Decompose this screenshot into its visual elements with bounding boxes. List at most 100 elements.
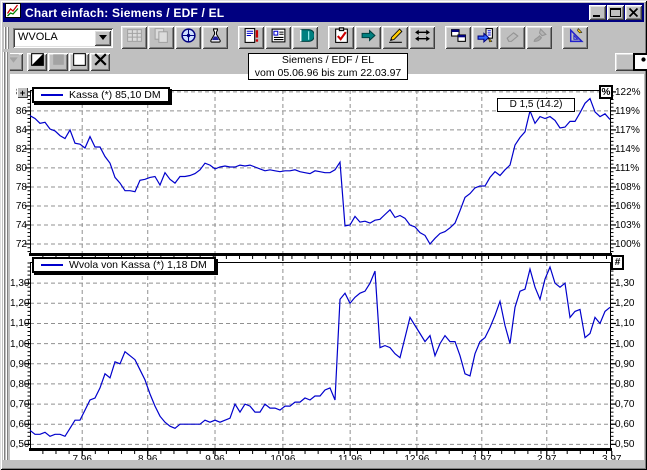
y-axis-label-left: 1,20 <box>10 298 27 309</box>
blank-button <box>615 53 635 71</box>
gray-square-icon <box>50 51 67 73</box>
copy-button <box>148 26 174 49</box>
y-axis-label-left: 0,60 <box>10 419 27 430</box>
brush-button <box>526 26 552 49</box>
arrow-right-button[interactable] <box>355 26 381 49</box>
doc-lines-button[interactable] <box>265 26 291 49</box>
book-icon <box>297 27 314 49</box>
chart-header-box: Siemens / EDF / EL vom 05.06.96 bis zum … <box>248 53 408 80</box>
diagonal-fill-icon <box>29 51 46 73</box>
app-window: Chart einfach: Siemens / EDF / EL WVOLA … <box>0 0 647 470</box>
compass-icon <box>180 27 197 49</box>
percent-scale-button[interactable]: % <box>599 85 613 99</box>
y-axis-label-right: 0,70 <box>615 399 647 410</box>
chart-canvas[interactable]: Kassa (*) 85,10 DM Wvola von Kassa (*) 1… <box>10 74 644 463</box>
arrow-right-icon <box>360 27 377 49</box>
copy-icon <box>153 27 170 49</box>
book-button[interactable] <box>292 26 318 49</box>
legend-wvola-label: Wvola von Kassa (*) 1,18 DM <box>69 259 207 271</box>
y-axis-label-right: 119% <box>615 106 647 117</box>
close-button[interactable] <box>625 5 642 20</box>
clipboard-check-button[interactable] <box>328 26 354 49</box>
y-axis-label-right: 122% <box>615 87 647 98</box>
pencil-button[interactable] <box>382 26 408 49</box>
toolbar-buttons <box>121 26 589 49</box>
arrow-list-icon <box>477 27 494 49</box>
legend-kassa[interactable]: Kassa (*) 85,10 DM <box>32 87 170 103</box>
y-axis-label-right: 103% <box>615 220 647 231</box>
y-axis-label-right: 117% <box>615 125 647 136</box>
main-toolbar: WVOLA <box>3 24 644 51</box>
title-bar[interactable]: Chart einfach: Siemens / EDF / EL <box>3 3 644 22</box>
y-axis-label-right: 111% <box>615 163 647 174</box>
series-wvola-von-kassa <box>30 267 610 436</box>
y-axis-label-left: 0,70 <box>10 399 27 410</box>
white-square-button[interactable] <box>69 53 89 71</box>
y-axis-label-right: 1,00 <box>615 339 647 350</box>
toolbar-separator <box>229 37 238 38</box>
eraser-button <box>499 26 525 49</box>
gray-square-button <box>48 53 68 71</box>
flask-icon <box>207 27 224 49</box>
toolbar-grip[interactable] <box>4 27 11 49</box>
y-axis-label-right: 106% <box>615 201 647 212</box>
y-axis-label-right: 1,20 <box>615 298 647 309</box>
chart-header-range: vom 05.06.96 bis zum 22.03.97 <box>249 67 407 80</box>
chart-plot-2[interactable] <box>10 252 644 460</box>
double-arrow-icon <box>414 27 431 49</box>
y-axis-label-left: 0,50 <box>10 439 27 450</box>
y-axis-label-left: 78 <box>10 182 27 193</box>
double-arrow-button[interactable] <box>409 26 435 49</box>
y-axis-label-right: 0,90 <box>615 359 647 370</box>
doc-exclaim-icon <box>243 27 260 49</box>
diagonal-fill-button[interactable] <box>27 53 47 71</box>
legend-wvola[interactable]: Wvola von Kassa (*) 1,18 DM <box>32 257 216 273</box>
y-axis-label-left: 72 <box>10 239 27 250</box>
x-icon <box>92 51 109 73</box>
zoom-corner-button[interactable]: + <box>17 87 28 98</box>
y-axis-label-right: 1,30 <box>615 278 647 289</box>
line-sample-icon <box>41 94 63 96</box>
y-axis-label-right: 114% <box>615 144 647 155</box>
y-axis-label-right: 0,60 <box>615 419 647 430</box>
value-scale-button[interactable]: # <box>611 255 624 270</box>
y-axis-label-left: 0,90 <box>10 359 27 370</box>
bottom-panel <box>3 460 644 467</box>
chart-toolbar: Siemens / EDF / EL vom 05.06.96 bis zum … <box>3 52 644 74</box>
line-sample-icon <box>41 264 63 266</box>
flask-button[interactable] <box>202 26 228 49</box>
set-square-button[interactable] <box>562 26 588 49</box>
windows-icon <box>450 27 467 49</box>
maximize-button[interactable] <box>607 5 624 20</box>
series-kassa <box>30 99 610 244</box>
y-axis-label-left: 74 <box>10 220 27 231</box>
y-axis-label-left: 80 <box>10 163 27 174</box>
chevron-down-icon <box>99 35 107 40</box>
white-square-icon <box>71 51 88 73</box>
window-title: Chart einfach: Siemens / EDF / EL <box>25 6 588 20</box>
y-axis-label-left: 76 <box>10 201 27 212</box>
y-axis-label-left: 1,30 <box>10 278 27 289</box>
windows-button[interactable] <box>445 26 471 49</box>
indicator-combo[interactable]: WVOLA <box>13 28 113 48</box>
doc-exclaim-button[interactable] <box>238 26 264 49</box>
y-axis-label-right: 1,10 <box>615 318 647 329</box>
dot-button[interactable] <box>633 53 647 71</box>
chart-header-title: Siemens / EDF / EL <box>249 54 407 67</box>
arrow-list-button[interactable] <box>472 26 498 49</box>
y-axis-label-left: 86 <box>10 106 27 117</box>
compass-button[interactable] <box>175 26 201 49</box>
grid-button <box>121 26 147 49</box>
y-axis-label-left: 1,10 <box>10 318 27 329</box>
blank-icon <box>617 51 634 73</box>
y-axis-label-right: 0,80 <box>615 379 647 390</box>
y-axis-label-left: 1,00 <box>10 339 27 350</box>
x-button[interactable] <box>90 53 110 71</box>
y-axis-label-right: 100% <box>615 239 647 250</box>
combo-dropdown-button[interactable] <box>94 30 111 46</box>
minimize-button[interactable] <box>589 5 606 20</box>
y-axis-label-right: 108% <box>615 182 647 193</box>
set-square-icon <box>567 27 584 49</box>
y-axis-label-right: 0,50 <box>615 439 647 450</box>
y-axis-label-left: 0,80 <box>10 379 27 390</box>
